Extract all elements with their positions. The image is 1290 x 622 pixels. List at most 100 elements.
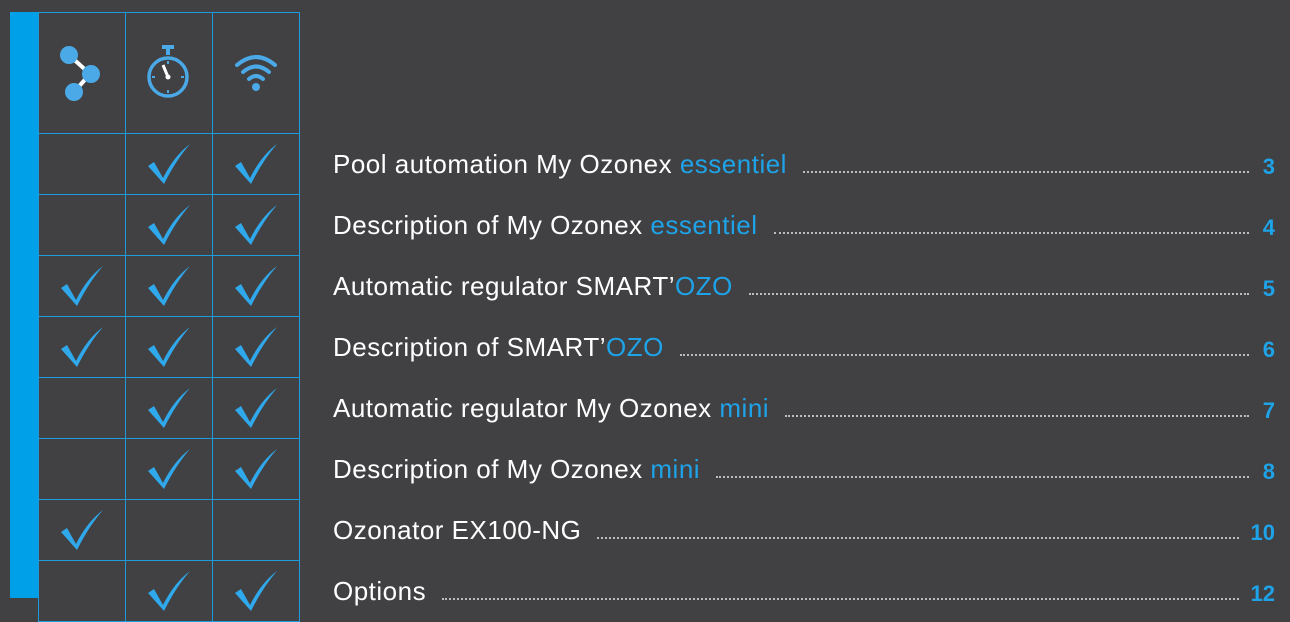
grid-cell (212, 499, 300, 561)
grid-cell (212, 316, 300, 378)
toc-title-highlight: mini (719, 393, 770, 423)
toc-entry[interactable]: Automatic regulator SMART’OZO 5 (333, 254, 1275, 315)
grid-cell (38, 438, 126, 500)
toc-entry[interactable]: Description of SMART’OZO 6 (333, 315, 1275, 376)
toc-title: Description of My Ozonex mini (333, 454, 700, 485)
grid-cell (125, 560, 213, 622)
grid-cell (125, 499, 213, 561)
check-icon (148, 327, 190, 367)
toc-title-text: Description of My Ozonex (333, 210, 651, 240)
toc-title: Automatic regulator My Ozonex mini (333, 393, 769, 424)
check-icon (235, 327, 277, 367)
toc-title: Description of SMART’OZO (333, 332, 664, 363)
toc-title: Ozonator EX100-NG (333, 515, 581, 546)
toc-title-text: Automatic regulator SMART’ (333, 271, 675, 301)
grid-cell (125, 377, 213, 439)
toc-title-text: Automatic regulator My Ozonex (333, 393, 720, 423)
grid-cell (38, 316, 126, 378)
grid-cell (38, 377, 126, 439)
toc-entry[interactable]: Description of My Ozonex essentiel 4 (333, 193, 1275, 254)
check-icon (148, 449, 190, 489)
dotted-leader (773, 232, 1249, 234)
grid-cell (38, 499, 126, 561)
grid-row (38, 255, 300, 317)
grid-cell (38, 194, 126, 256)
toc-entry[interactable]: Pool automation My Ozonex essentiel 3 (333, 132, 1275, 193)
grid-cell (212, 377, 300, 439)
grid-row (38, 194, 300, 256)
toc-title-highlight: OZO (674, 271, 733, 301)
network-icon (60, 46, 100, 101)
check-icon (148, 388, 190, 428)
check-icon (235, 205, 277, 245)
check-icon (235, 571, 277, 611)
stopwatch-icon (147, 45, 189, 98)
check-icon (148, 144, 190, 184)
toc-entry[interactable]: Ozonator EX100-NG 10 (333, 498, 1275, 559)
toc-title-text: Description of SMART’ (333, 332, 606, 362)
dotted-leader (597, 537, 1239, 539)
toc-title-highlight: OZO (606, 332, 664, 362)
accent-bar (10, 12, 38, 598)
feature-grid (38, 12, 300, 622)
check-icon (61, 510, 103, 550)
dotted-leader (442, 598, 1239, 600)
grid-cell (212, 255, 300, 317)
grid-row (38, 316, 300, 378)
toc-entry[interactable]: Description of My Ozonex mini 8 (333, 437, 1275, 498)
page-number: 5 (1262, 276, 1275, 301)
grid-cell (38, 560, 126, 622)
dotted-leader (802, 171, 1249, 173)
toc-title-text: Options (333, 576, 427, 606)
grid-header-row (38, 12, 300, 134)
grid-cell (125, 255, 213, 317)
toc-title-text: Ozonator EX100-NG (333, 515, 582, 545)
grid-cell (38, 133, 126, 195)
check-icon (235, 388, 277, 428)
grid-cell (125, 438, 213, 500)
grid-header-cell (38, 12, 126, 134)
page-number: 6 (1262, 337, 1275, 362)
grid-header-cell (125, 12, 213, 134)
grid-cell (125, 316, 213, 378)
grid-cell (212, 194, 300, 256)
check-icon (235, 144, 277, 184)
grid-row (38, 133, 300, 195)
toc-title: Description of My Ozonex essentiel (333, 210, 758, 241)
wifi-icon (235, 55, 277, 91)
dotted-leader (785, 415, 1249, 417)
check-icon (148, 205, 190, 245)
toc-entry[interactable]: Options 12 (333, 559, 1275, 620)
check-icon (61, 266, 103, 306)
check-icon (148, 571, 190, 611)
dotted-leader (748, 293, 1249, 295)
grid-cell (212, 438, 300, 500)
toc-title: Pool automation My Ozonex essentiel (333, 149, 787, 180)
grid-cell (212, 133, 300, 195)
grid-row (38, 438, 300, 500)
toc-title-text: Pool automation My Ozonex (333, 149, 680, 179)
check-icon (235, 449, 277, 489)
grid-cell (212, 560, 300, 622)
grid-row (38, 499, 300, 561)
toc-title-text: Description of My Ozonex (333, 454, 651, 484)
dotted-leader (679, 354, 1249, 356)
table-of-contents: Pool automation My Ozonex essentiel 3 Desc… (333, 132, 1275, 620)
toc-entry[interactable]: Automatic regulator My Ozonex mini 7 (333, 376, 1275, 437)
grid-header-cell (212, 12, 300, 134)
check-icon (235, 266, 277, 306)
page-number: 3 (1262, 154, 1275, 179)
page-number: 4 (1262, 215, 1275, 240)
grid-row (38, 377, 300, 439)
page-number: 12 (1250, 581, 1275, 606)
page-number: 7 (1262, 398, 1275, 423)
toc-title-highlight: essentiel (650, 210, 758, 240)
toc-title-highlight: mini (650, 454, 701, 484)
grid-cell (125, 133, 213, 195)
dotted-leader (716, 476, 1249, 478)
page-number: 8 (1262, 459, 1275, 484)
check-icon (148, 266, 190, 306)
page-number: 10 (1250, 520, 1275, 545)
grid-cell (38, 255, 126, 317)
toc-title-highlight: essentiel (679, 149, 787, 179)
